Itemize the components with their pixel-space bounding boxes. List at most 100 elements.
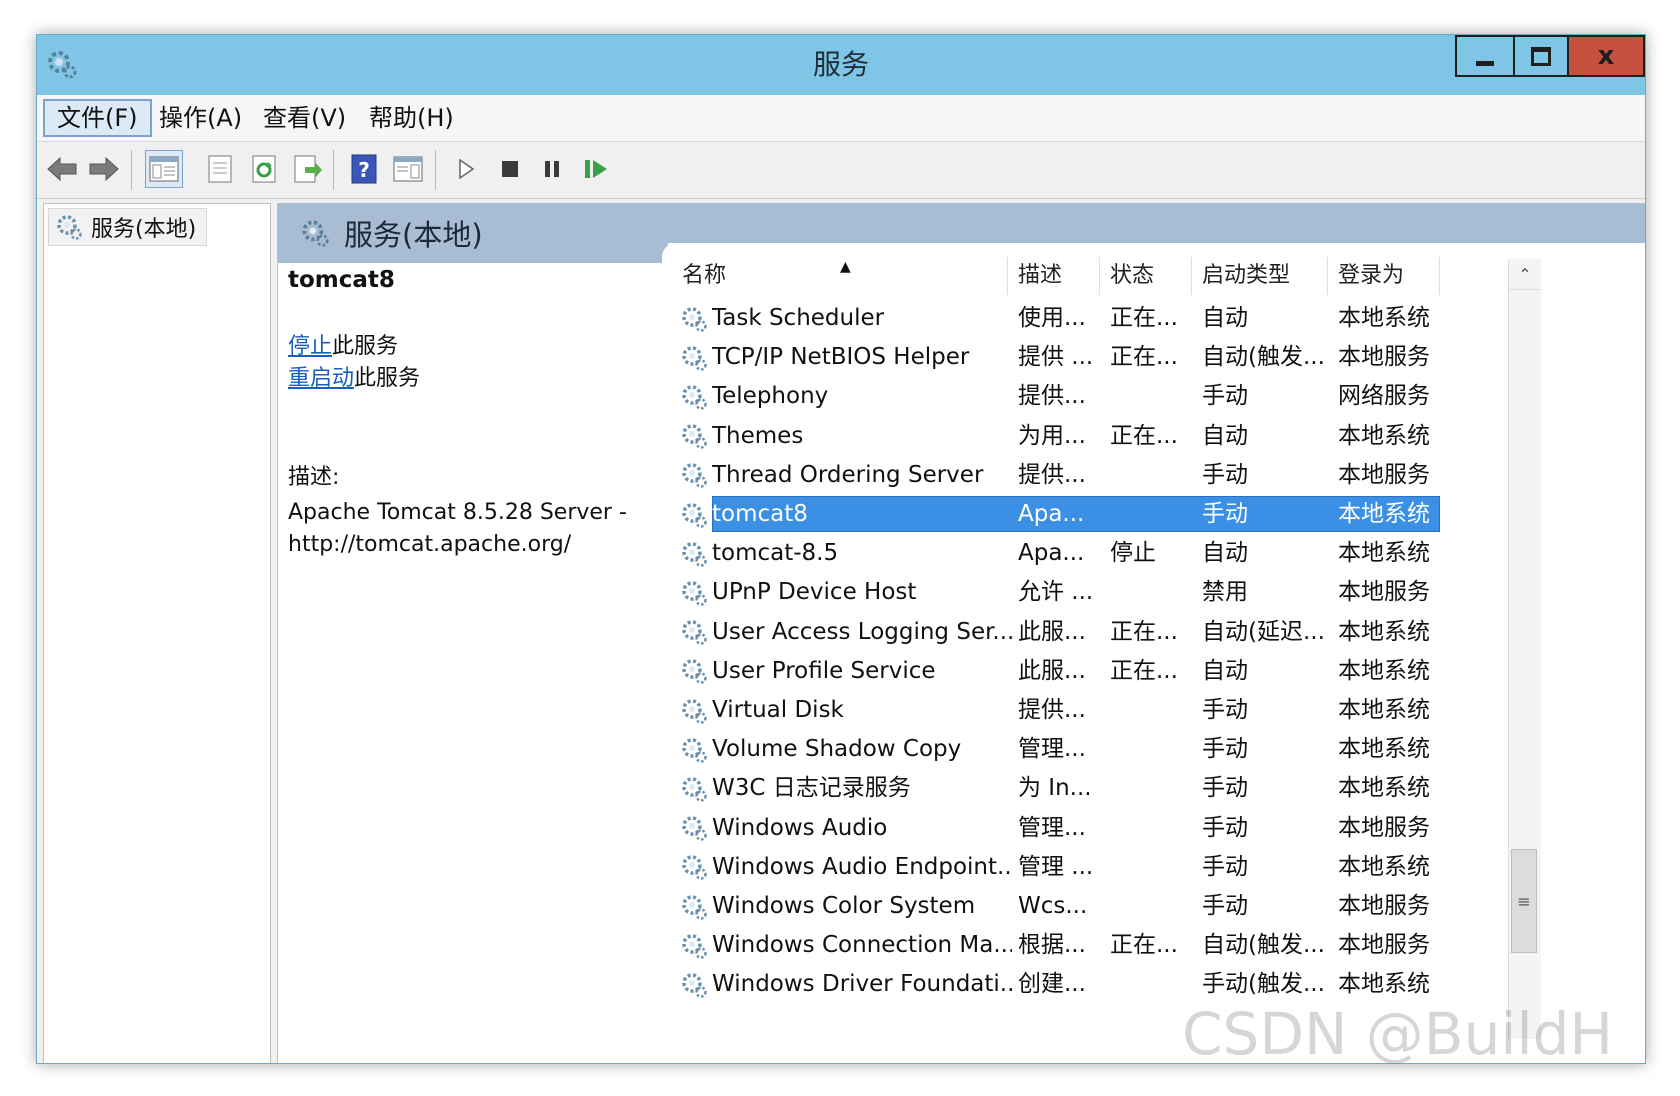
table-row[interactable]: User Profile Service 此服... 正在... 自动 本地系统 — [672, 652, 1472, 691]
cell-status: 正在... — [1110, 657, 1178, 684]
cell-name: Themes — [712, 422, 804, 449]
service-gear-icon — [680, 299, 710, 338]
minimize-button[interactable] — [1455, 35, 1513, 77]
vertical-scrollbar[interactable]: ⌃ ≡ — [1508, 259, 1541, 1039]
cell-status — [1110, 965, 1196, 1004]
pane-header: 服务(本地) — [278, 203, 668, 263]
service-gear-icon — [680, 495, 710, 534]
menu-action[interactable]: 操作(A) — [147, 99, 254, 137]
table-row[interactable]: User Access Logging Ser... 此服... 正在... 自动(延… — [672, 613, 1472, 652]
table-row[interactable]: Themes 为用... 正在... 自动 本地系统 — [672, 417, 1472, 456]
cell-startup: 自动(延迟... — [1202, 618, 1325, 645]
description-line: http://tomcat.apache.org/ — [288, 532, 572, 557]
table-row[interactable]: tomcat-8.5 Apa... 停止 自动 本地系统 — [672, 534, 1472, 573]
stop-service-icon[interactable] — [491, 150, 529, 188]
cell-status — [1110, 887, 1196, 926]
cell-desc: 提供 ... — [1018, 344, 1094, 371]
cell-startup: 禁用 — [1202, 579, 1248, 606]
table-row[interactable]: TCP/IP NetBIOS Helper 提供 ... 正在... 自动(触发...… — [672, 338, 1472, 377]
cell-logon: 本地服务 — [1338, 814, 1430, 841]
cell-name: Virtual Disk — [712, 697, 844, 723]
cell-logon: 本地系统 — [1338, 657, 1430, 684]
cell-desc: 使用... — [1018, 305, 1086, 331]
table-row[interactable]: Thread Ordering Server 提供... 手动 本地服务 — [672, 456, 1472, 495]
cell-desc: 此服... — [1018, 657, 1086, 684]
column-header-status[interactable]: 状态 — [1100, 257, 1192, 295]
title-bar[interactable]: 服务 x — [37, 35, 1645, 95]
start-service-icon[interactable] — [447, 150, 485, 188]
help-icon[interactable]: ? — [345, 150, 383, 188]
cell-desc: 允许 ... — [1018, 579, 1094, 606]
properties-icon[interactable] — [201, 150, 239, 188]
cell-startup: 手动 — [1202, 383, 1248, 410]
service-gear-icon — [680, 652, 710, 691]
export-list-icon[interactable] — [289, 150, 327, 188]
cell-status — [1110, 769, 1196, 808]
cell-name: W3C 日志记录服务 — [712, 775, 911, 802]
refresh-icon[interactable] — [245, 150, 283, 188]
restart-action: 重启动此服务 — [288, 363, 648, 395]
cell-status: 正在... — [1110, 422, 1178, 449]
service-gear-icon — [680, 573, 710, 612]
table-row[interactable]: Windows Connection Ma... 根据... 正在... 自动(触发.… — [672, 926, 1472, 965]
column-header-description[interactable]: 描述 — [1008, 257, 1100, 295]
forward-icon[interactable] — [85, 150, 123, 188]
service-gear-icon — [680, 926, 710, 965]
cell-desc: Wcs... — [1018, 893, 1088, 919]
restart-service-icon[interactable] — [577, 150, 615, 188]
description-line: Apache Tomcat 8.5.28 Server - — [288, 500, 627, 525]
cell-status — [1110, 573, 1196, 612]
services-gear-icon — [302, 220, 329, 247]
restart-service-link[interactable]: 重启动 — [288, 366, 354, 391]
column-header-logon-as[interactable]: 登录为 — [1328, 257, 1440, 295]
scroll-thumb[interactable]: ≡ — [1511, 849, 1537, 953]
show-console-tree-icon[interactable] — [145, 150, 183, 188]
cell-logon: 本地服务 — [1338, 932, 1430, 959]
cell-logon: 本地服务 — [1338, 579, 1430, 606]
cell-logon: 本地系统 — [1338, 540, 1430, 567]
menu-file[interactable]: 文件(F) — [43, 99, 152, 137]
cell-desc: 管理... — [1018, 736, 1086, 763]
sort-ascending-icon: ▲ — [840, 259, 851, 275]
cell-logon: 本地系统 — [1338, 971, 1430, 998]
table-row[interactable]: Windows Color System Wcs... 手动 本地服务 — [672, 887, 1472, 926]
maximize-button[interactable] — [1513, 35, 1569, 77]
back-icon[interactable] — [43, 150, 81, 188]
menu-help[interactable]: 帮助(H) — [357, 99, 466, 137]
menu-bar: 文件(F) 操作(A) 查看(V) 帮助(H) — [37, 95, 1645, 142]
scroll-up-button[interactable]: ⌃ — [1509, 259, 1541, 290]
cell-status: 正在... — [1110, 305, 1178, 331]
cell-startup: 自动 — [1202, 657, 1248, 684]
tree-item-services-local[interactable]: 服务(本地) — [48, 208, 208, 246]
show-hide-action-pane-icon[interactable] — [389, 150, 427, 188]
cell-name: Task Scheduler — [712, 305, 885, 331]
column-header-startup-type[interactable]: 启动类型 — [1192, 257, 1328, 295]
description-label: 描述: — [288, 465, 340, 490]
cell-name: tomcat-8.5 — [712, 540, 839, 567]
close-button[interactable]: x — [1569, 35, 1645, 77]
cell-name: Volume Shadow Copy — [712, 736, 962, 763]
cell-desc: 为用... — [1018, 422, 1086, 449]
table-row[interactable]: tomcat8 Apa... 手动 本地系统 — [672, 495, 1472, 534]
table-row[interactable]: Telephony 提供... 手动 网络服务 — [672, 377, 1472, 416]
table-row[interactable]: W3C 日志记录服务 为 In... 手动 本地系统 — [672, 769, 1472, 808]
close-icon: x — [1597, 41, 1615, 71]
table-row[interactable]: Windows Driver Foundati... 创建... 手动(触发... 本… — [672, 965, 1472, 1004]
table-header: 名称 ▲ 描述 状态 启动类型 登录为 — [672, 257, 1472, 295]
table-row[interactable]: Windows Audio 管理... 手动 本地服务 — [672, 809, 1472, 848]
service-gear-icon — [680, 377, 710, 416]
menu-view[interactable]: 查看(V) — [251, 99, 358, 137]
table-row[interactable]: Windows Audio Endpoint... 管理 ... 手动 本地系统 — [672, 848, 1472, 887]
table-row[interactable]: Task Scheduler 使用... 正在... 自动 本地系统 — [672, 299, 1472, 338]
details-pane: 服务(本地) tomcat8 停止此服务 重启动此服务 描述: Apache T… — [277, 203, 1645, 1063]
cell-startup: 手动 — [1202, 775, 1248, 802]
cell-logon: 本地服务 — [1338, 893, 1430, 919]
cell-startup: 手动 — [1202, 461, 1248, 488]
table-row[interactable]: Volume Shadow Copy 管理... 手动 本地系统 — [672, 730, 1472, 769]
table-row[interactable]: UPnP Device Host 允许 ... 禁用 本地服务 — [672, 573, 1472, 612]
table-row[interactable]: Virtual Disk 提供... 手动 本地系统 — [672, 691, 1472, 730]
restart-suffix: 此服务 — [354, 366, 421, 391]
stop-service-link[interactable]: 停止 — [288, 334, 332, 359]
pause-service-icon[interactable] — [533, 150, 571, 188]
toolbar: ? — [37, 142, 1645, 199]
